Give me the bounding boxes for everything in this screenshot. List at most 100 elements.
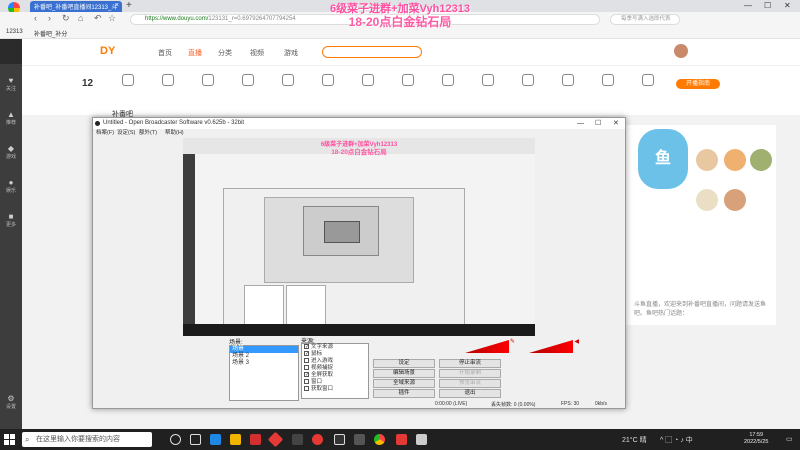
scene-item[interactable]: 场景 3	[230, 360, 298, 367]
folder-icon[interactable]	[230, 434, 241, 445]
checkbox[interactable]	[304, 386, 309, 392]
menu-file[interactable]: 档案(F)	[96, 129, 114, 138]
desktop-volume-meter[interactable]: ◀	[529, 339, 579, 353]
source-item[interactable]: ✓ 全屏获取	[302, 372, 368, 379]
sidebar-item-ent[interactable]: ● 娱乐	[0, 178, 22, 194]
source-item[interactable]: 窗口	[302, 379, 368, 386]
windows-taskbar: ⌕ 在这里输入你要搜索的内容 21°C 晴 ^ ▢ ◔ ♪ 中 17:59 20…	[0, 429, 800, 450]
stop-stream-button[interactable]: 停止串流	[439, 359, 501, 368]
category-icon[interactable]	[122, 74, 134, 86]
avatar[interactable]	[696, 189, 718, 211]
category-icon[interactable]	[242, 74, 254, 86]
checkbox[interactable]	[304, 365, 309, 371]
menu-extra[interactable]: 额外(T)	[139, 129, 157, 138]
scene-item[interactable]: 场景	[230, 346, 298, 353]
source-item[interactable]: 获取窗口	[302, 386, 368, 393]
edge-icon[interactable]	[210, 434, 221, 445]
app-icon[interactable]	[354, 434, 365, 445]
browser-icon[interactable]	[374, 434, 385, 445]
scenes-list[interactable]: 场景 场景 2 场景 3	[229, 345, 299, 401]
taskbar-search-input[interactable]: ⌕ 在这里输入你要搜索的内容	[22, 432, 152, 447]
weather[interactable]: 21°C 晴	[622, 435, 647, 445]
category-icon[interactable]	[522, 74, 534, 86]
exit-button[interactable]: 退出	[439, 389, 501, 398]
taskbar-search-placeholder: 在这里输入你要搜索的内容	[36, 436, 120, 443]
more-icon: ■	[8, 212, 14, 221]
category-icon[interactable]	[642, 74, 654, 86]
app-icon[interactable]	[250, 434, 261, 445]
mic-icon[interactable]: ✎	[510, 338, 515, 345]
plugins-button[interactable]: 插件	[373, 389, 435, 398]
avatar[interactable]	[696, 149, 718, 171]
checkbox[interactable]: ✓	[304, 372, 309, 378]
sidebar-label: 设置	[5, 404, 16, 410]
user-avatar[interactable]	[674, 44, 688, 58]
obs-icon[interactable]	[334, 434, 345, 445]
minimize-icon[interactable]: —	[577, 118, 584, 129]
app-icon[interactable]	[396, 434, 407, 445]
maximize-icon[interactable]: ☐	[595, 118, 601, 129]
site-logo[interactable]: DY	[100, 45, 115, 57]
promo-button[interactable]: 开播指南	[676, 79, 720, 89]
checkbox[interactable]: ✓	[304, 351, 309, 357]
nav-home[interactable]: 首页	[158, 48, 172, 58]
category-icon[interactable]	[162, 74, 174, 86]
bookmark-2[interactable]: 补番吧_补分	[34, 29, 67, 38]
checkbox[interactable]	[304, 379, 309, 385]
clock-date: 2022/5/25	[744, 439, 769, 445]
source-item[interactable]: 视频捕捉	[302, 365, 368, 372]
sidebar-item-game[interactable]: ◆ 游戏	[0, 144, 22, 160]
avatar[interactable]	[724, 149, 746, 171]
sidebar-item-more[interactable]: ■ 更多	[0, 212, 22, 228]
source-item[interactable]: ✓ 文字来源	[302, 344, 368, 351]
site-search-input[interactable]	[322, 46, 422, 58]
global-sources-button[interactable]: 全域来源	[373, 379, 435, 388]
source-item[interactable]: ✓ 鼠标	[302, 351, 368, 358]
app-icon[interactable]	[416, 434, 427, 445]
speaker-icon[interactable]: ◀	[574, 338, 579, 345]
close-icon[interactable]: ✕	[613, 118, 619, 129]
nav-live[interactable]: 直播	[188, 48, 202, 58]
category-icon[interactable]	[402, 74, 414, 86]
heart-icon: ♥	[8, 76, 14, 85]
nav-video[interactable]: 视频	[250, 48, 264, 58]
source-item[interactable]: 进入游戏	[302, 358, 368, 365]
preview-panels	[224, 285, 466, 325]
sidebar-item-settings[interactable]: ⚙ 设置	[0, 394, 22, 410]
notification-icon[interactable]: ▭	[786, 435, 793, 443]
menu-settings[interactable]: 设定(S)	[117, 129, 135, 138]
preview-stream-button: 预览串流	[439, 379, 501, 388]
nav-game[interactable]: 游戏	[284, 48, 298, 58]
windows-start-icon[interactable]	[4, 434, 15, 445]
checkbox[interactable]	[304, 358, 309, 364]
category-icon[interactable]	[482, 74, 494, 86]
sources-list[interactable]: ✓ 文字来源 ✓ 鼠标 进入游戏 视频捕捉 ✓ 全屏获取 窗口 获取窗口	[301, 343, 369, 399]
category-icon[interactable]	[442, 74, 454, 86]
avatar[interactable]	[750, 149, 772, 171]
sidebar-item-follow[interactable]: ♥ 关注	[0, 76, 22, 92]
stat-number: 12	[82, 78, 94, 89]
menu-help[interactable]: 帮助(H)	[165, 129, 184, 138]
settings-button[interactable]: 设定	[373, 359, 435, 368]
category-icon[interactable]	[322, 74, 334, 86]
mic-volume-meter[interactable]: ✎	[465, 339, 515, 353]
app-icon[interactable]	[267, 431, 284, 448]
category-icon[interactable]	[602, 74, 614, 86]
edit-scene-button[interactable]: 编辑场景	[373, 369, 435, 378]
tray-icons[interactable]: ^ ▢ ◔ ♪ 中	[660, 435, 693, 445]
nav-category[interactable]: 分类	[218, 48, 232, 58]
scene-item[interactable]: 场景 2	[230, 353, 298, 360]
app-icon[interactable]	[292, 434, 303, 445]
cortana-icon[interactable]	[170, 434, 181, 445]
avatar[interactable]	[724, 189, 746, 211]
checkbox[interactable]: ✓	[304, 344, 309, 350]
category-icon[interactable]	[362, 74, 374, 86]
category-icon[interactable]	[202, 74, 214, 86]
sidebar-item-recommend[interactable]: ▲ 推荐	[0, 110, 22, 126]
category-icon[interactable]	[282, 74, 294, 86]
gamepad-icon: ◆	[7, 144, 15, 153]
category-icon[interactable]	[562, 74, 574, 86]
task-view-icon[interactable]	[190, 434, 201, 445]
app-icon[interactable]	[312, 434, 323, 445]
clock[interactable]: 17:59 2022/5/25	[744, 432, 768, 446]
